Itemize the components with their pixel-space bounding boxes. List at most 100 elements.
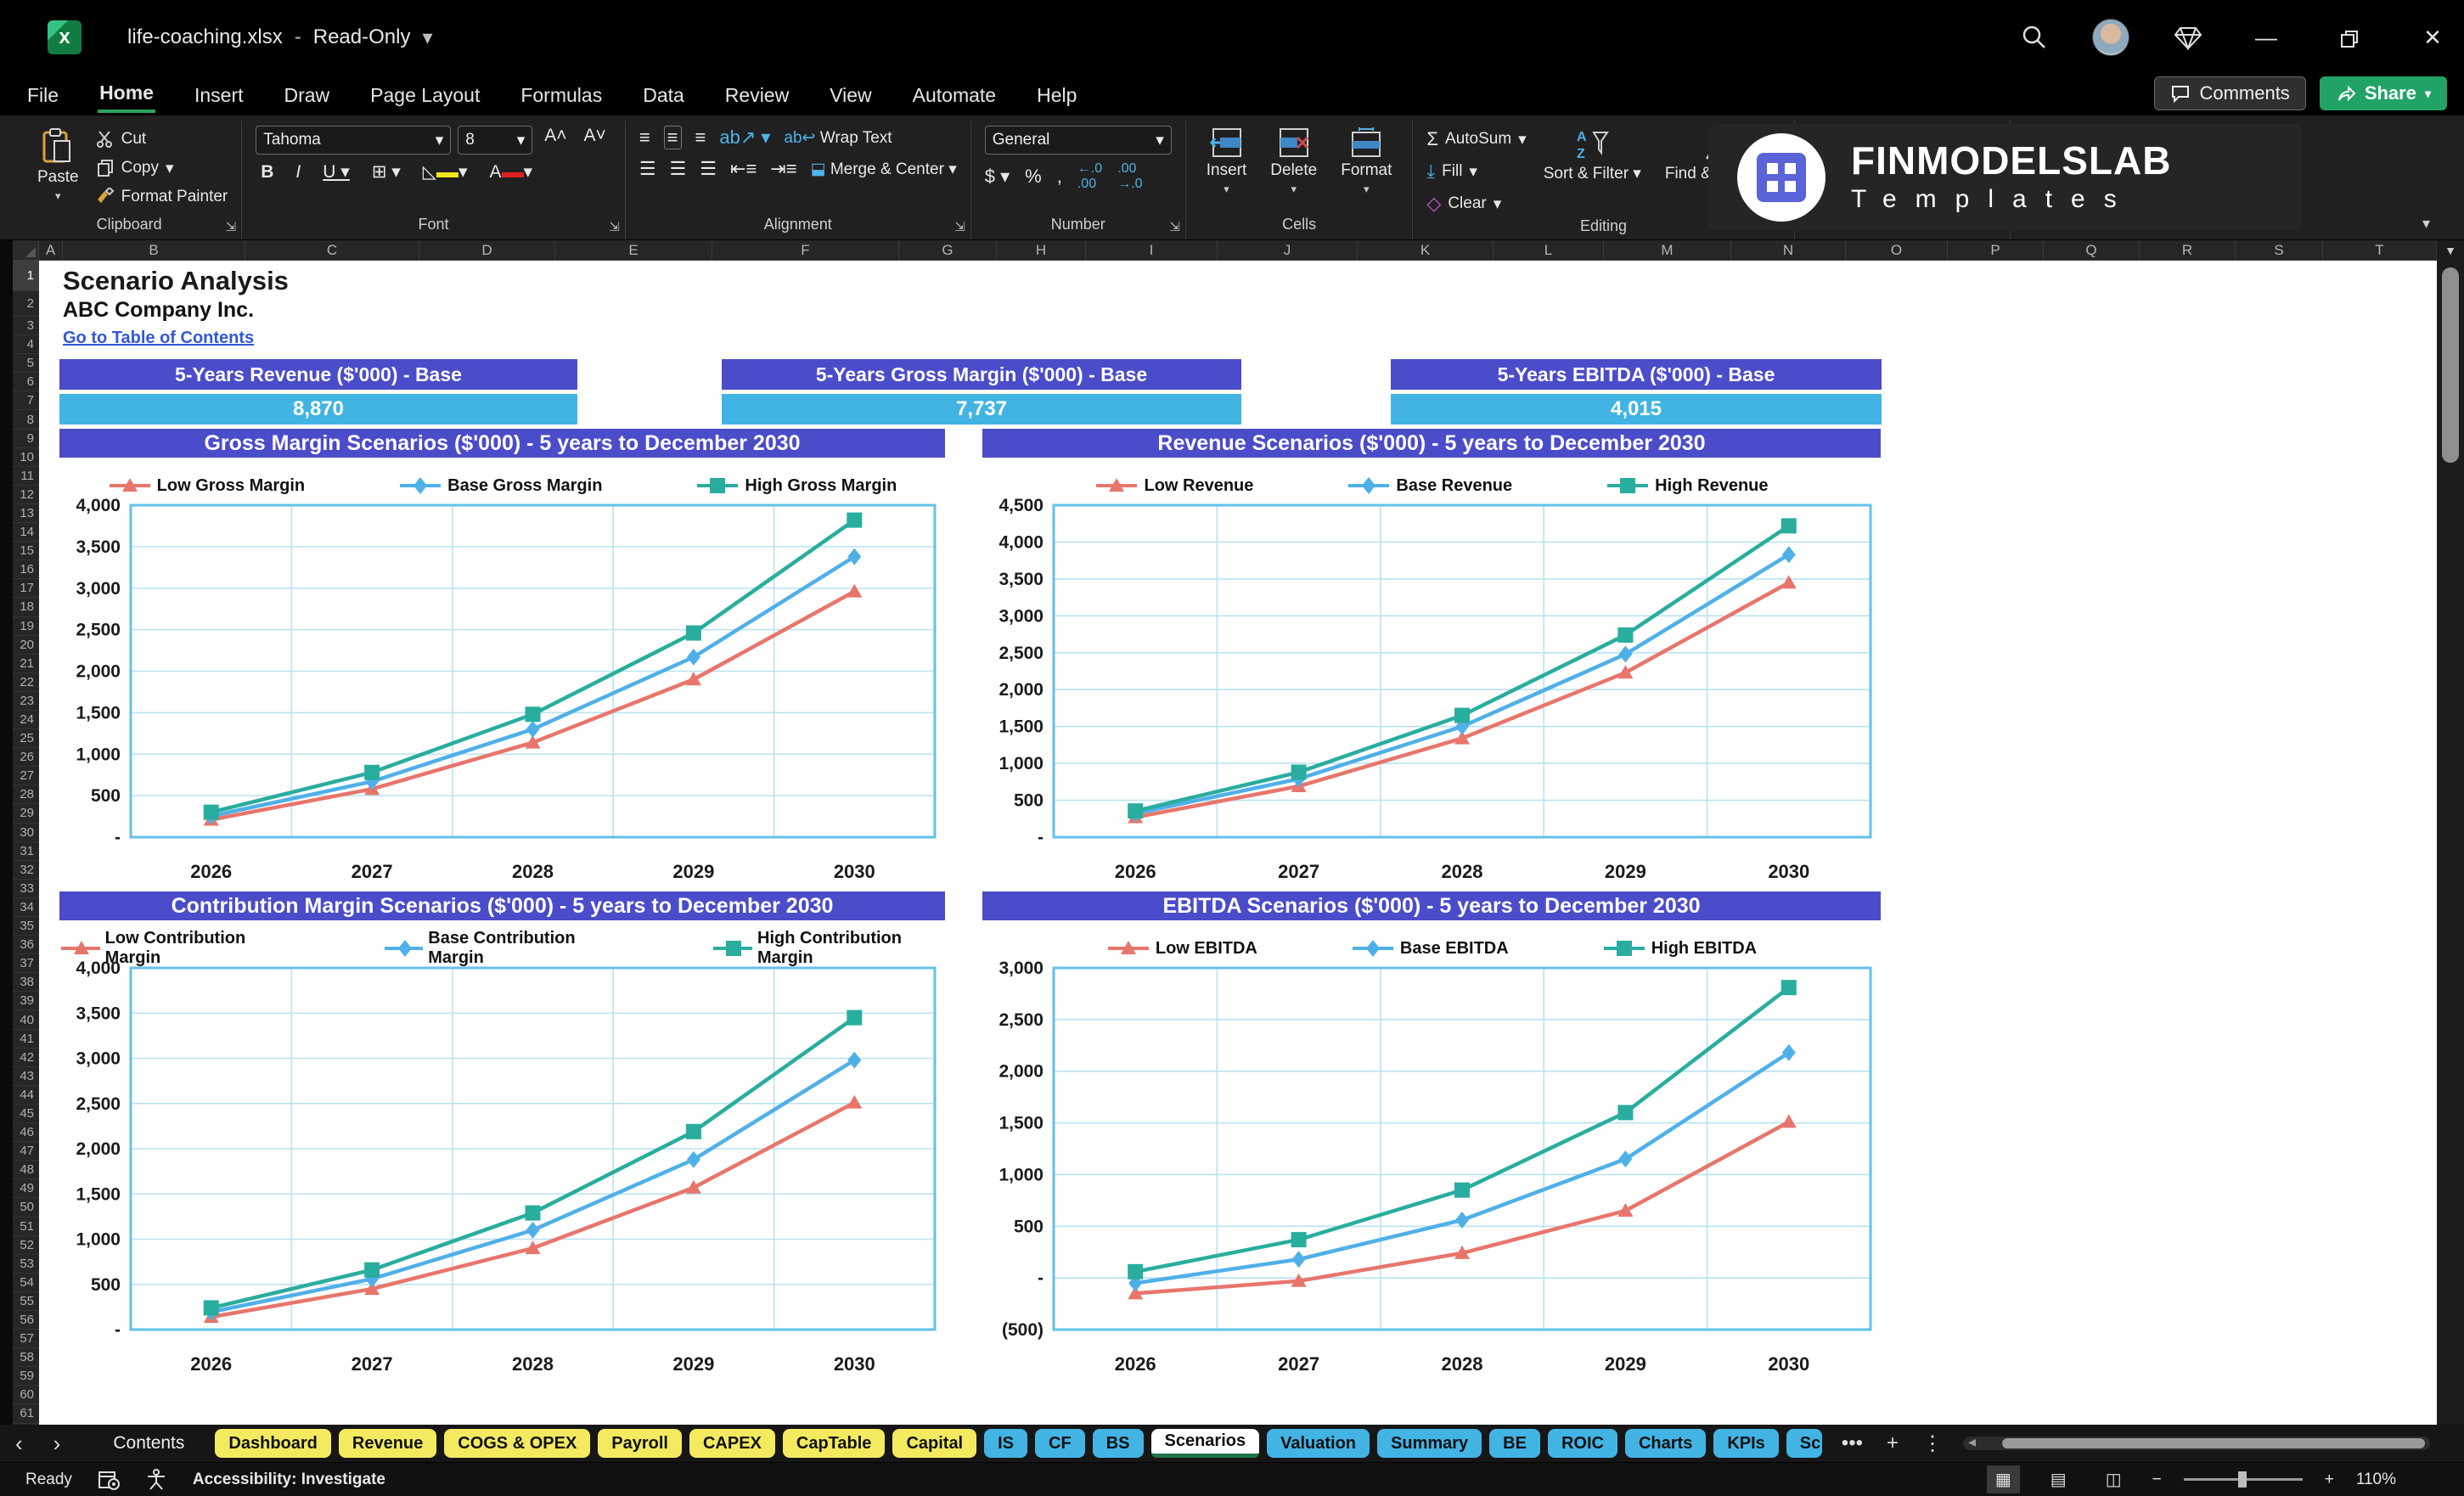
ribbon-tab-home[interactable]: Home — [98, 78, 155, 113]
normal-view-button[interactable]: ▦ — [1986, 1465, 2020, 1493]
column-header-Q[interactable]: Q — [2044, 240, 2140, 260]
user-avatar[interactable] — [2092, 19, 2129, 56]
scroll-up-icon[interactable]: ▼ — [2437, 240, 2464, 257]
column-header-M[interactable]: M — [1604, 240, 1731, 260]
fill-button[interactable]: ⤓ Fill ▾ — [1426, 158, 1526, 185]
chart-gross-margin[interactable]: Gross Margin Scenarios ($'000) - 5 years… — [59, 429, 945, 891]
align-bottom-icon[interactable]: ≡ — [695, 127, 706, 149]
alignment-dialog-launcher[interactable]: ⇲ — [954, 219, 965, 234]
wrap-text-button[interactable]: ab↩ Wrap Text — [784, 128, 892, 148]
row-header-38[interactable]: 38 — [13, 973, 39, 993]
row-header-44[interactable]: 44 — [13, 1086, 39, 1105]
row-header-61[interactable]: 61 — [13, 1404, 39, 1424]
page-layout-view-button[interactable]: ▤ — [2042, 1465, 2075, 1493]
row-header-2[interactable]: 2 — [13, 291, 39, 317]
orientation-icon[interactable]: ab↗ ▾ — [719, 127, 770, 149]
document-title[interactable]: life-coaching.xlsx - Read-Only ▾ — [127, 0, 433, 75]
row-header-59[interactable]: 59 — [13, 1367, 39, 1386]
row-header-10[interactable]: 10 — [13, 448, 39, 467]
share-button[interactable]: Share ▾ — [2319, 76, 2447, 110]
close-button[interactable]: ✕ — [2413, 25, 2452, 51]
sheet-tab-scenarios[interactable]: Scenarios — [1150, 1429, 1260, 1458]
row-header-32[interactable]: 32 — [13, 861, 39, 880]
chart-revenue[interactable]: Revenue Scenarios ($'000) - 5 years to D… — [982, 429, 1881, 891]
row-header-57[interactable]: 57 — [13, 1330, 39, 1349]
row-header-31[interactable]: 31 — [13, 842, 39, 861]
align-top-icon[interactable]: ≡ — [639, 127, 650, 149]
font-name-combo[interactable]: Tahoma ▾ — [256, 126, 452, 155]
column-header-N[interactable]: N — [1731, 240, 1846, 260]
column-header-C[interactable]: C — [245, 240, 419, 260]
macro-record-icon[interactable] — [98, 1469, 120, 1491]
row-header-5[interactable]: 5 — [13, 354, 39, 374]
ribbon-tab-file[interactable]: File — [25, 81, 60, 110]
row-header-27[interactable]: 27 — [13, 767, 39, 786]
insert-cells-button[interactable]: Insert ▾ — [1200, 126, 1254, 198]
column-header-P[interactable]: P — [1948, 240, 2044, 260]
row-header-28[interactable]: 28 — [13, 785, 39, 805]
decrease-indent-icon[interactable]: ⇤≡ — [730, 158, 757, 180]
sheet-tab-bs[interactable]: BS — [1092, 1429, 1144, 1458]
vertical-scroll-thumb[interactable] — [2442, 267, 2459, 463]
select-all-corner[interactable] — [13, 240, 39, 260]
row-header-12[interactable]: 12 — [13, 486, 39, 504]
increase-decimal-icon[interactable]: ←.0.00 — [1077, 161, 1102, 192]
row-header-23[interactable]: 23 — [13, 692, 39, 711]
ribbon-tab-review[interactable]: Review — [723, 81, 790, 110]
font-size-combo[interactable]: 8 ▾ — [458, 126, 533, 155]
row-header-16[interactable]: 16 — [13, 560, 39, 580]
column-header-A[interactable]: A — [39, 240, 63, 260]
sheet-tab-valuation[interactable]: Valuation — [1267, 1429, 1370, 1458]
row-header-46[interactable]: 46 — [13, 1123, 39, 1143]
chart-ebitda[interactable]: EBITDA Scenarios ($'000) - 5 years to De… — [982, 891, 1881, 1384]
fill-color-icon[interactable]: ◺ ▾ — [418, 161, 473, 183]
sheet-tab-be[interactable]: BE — [1489, 1429, 1540, 1458]
sheet-options-icon[interactable]: ⋮ — [1922, 1431, 1943, 1456]
column-header-H[interactable]: H — [997, 240, 1086, 260]
premium-diamond-icon[interactable] — [2174, 23, 2202, 52]
zoom-slider-knob[interactable] — [2237, 1471, 2247, 1488]
accessibility-icon[interactable] — [145, 1468, 167, 1491]
copy-button[interactable]: Copy ▾ — [96, 155, 228, 182]
comma-style-icon[interactable]: , — [1057, 166, 1062, 188]
page-break-view-button[interactable]: ◫ — [2097, 1465, 2130, 1493]
row-header-45[interactable]: 45 — [13, 1105, 39, 1124]
row-header-8[interactable]: 8 — [13, 410, 39, 430]
sheet-tab-capex[interactable]: CAPEX — [689, 1429, 775, 1458]
increase-font-icon[interactable]: A˄ — [539, 126, 571, 155]
accessibility-status[interactable]: Accessibility: Investigate — [193, 1471, 385, 1489]
row-header-30[interactable]: 30 — [13, 824, 39, 842]
number-format-combo[interactable]: General ▾ — [984, 126, 1172, 155]
ribbon-tab-help[interactable]: Help — [1035, 81, 1078, 110]
row-header-58[interactable]: 58 — [13, 1348, 39, 1368]
row-header-56[interactable]: 56 — [13, 1311, 39, 1330]
column-header-J[interactable]: J — [1218, 240, 1358, 260]
sheet-tab-kpis[interactable]: KPIs — [1713, 1429, 1779, 1458]
row-header-6[interactable]: 6 — [13, 373, 39, 392]
row-header-50[interactable]: 50 — [13, 1198, 39, 1218]
column-header-O[interactable]: O — [1846, 240, 1948, 260]
row-headers[interactable]: 1 2 3 4 5 6 7 8 9 10 11 12 13 14 15 16 17 18 19 20 21 22 23 24 2… — [13, 261, 39, 1425]
row-header-3[interactable]: 3 — [13, 317, 39, 336]
align-left-icon[interactable]: ☰ — [639, 158, 656, 180]
ribbon-tab-formulas[interactable]: Formulas — [519, 81, 604, 110]
sort-filter-button[interactable]: AZ Sort & Filter ▾ — [1537, 126, 1648, 185]
sheet-tab-cogs-opex[interactable]: COGS & OPEX — [444, 1429, 591, 1458]
row-header-9[interactable]: 9 — [13, 430, 39, 448]
row-header-21[interactable]: 21 — [13, 655, 39, 673]
row-header-1[interactable]: 1 — [13, 261, 39, 291]
sheet-tab-roic[interactable]: ROIC — [1547, 1429, 1617, 1458]
align-right-icon[interactable]: ☰ — [700, 158, 717, 180]
row-header-24[interactable]: 24 — [13, 711, 39, 730]
add-sheet-button[interactable]: + — [1887, 1431, 1899, 1455]
row-header-48[interactable]: 48 — [13, 1161, 39, 1180]
column-header-R[interactable]: R — [2140, 240, 2236, 260]
row-header-42[interactable]: 42 — [13, 1049, 39, 1067]
column-header-B[interactable]: B — [63, 240, 245, 260]
ribbon-tab-automate[interactable]: Automate — [911, 81, 998, 110]
cut-button[interactable]: Cut — [96, 126, 228, 153]
row-header-29[interactable]: 29 — [13, 804, 39, 824]
row-header-20[interactable]: 20 — [13, 636, 39, 655]
tabs-scroll-left-icon[interactable]: ‹ — [0, 1431, 38, 1457]
column-header-G[interactable]: G — [899, 240, 997, 260]
